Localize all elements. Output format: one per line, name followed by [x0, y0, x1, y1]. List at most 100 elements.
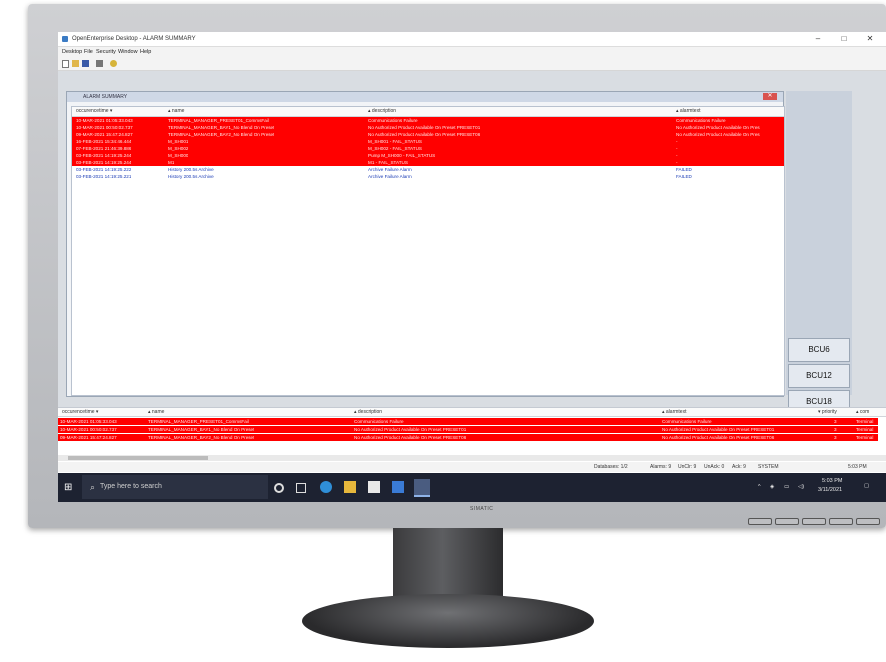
maximize-button[interactable]: □ [834, 34, 854, 43]
monitor-button [829, 518, 853, 525]
scrollbar-thumb[interactable] [68, 456, 208, 460]
monitor-button [802, 518, 826, 525]
menu-desktop[interactable]: Desktop [62, 49, 82, 55]
volume-icon[interactable]: ◁) [798, 484, 804, 490]
menu-file[interactable]: File [84, 49, 93, 55]
cell-alarmtext: No Authorized Product Available On Prese… [662, 435, 775, 440]
edge-icon[interactable] [320, 481, 332, 493]
taskbar-clock-time[interactable]: 5:03 PM [822, 478, 842, 484]
table-row[interactable]: 03-FEB-2021 14:19:25.221 History 200.5s A… [72, 173, 784, 180]
monitor-base [302, 594, 594, 648]
table-row[interactable]: 10-MAR-2021 01:05:33.043 TERMINAL_MANAGER… [58, 418, 878, 425]
cell-name: TERMINAL_MANAGER_PRESET01_CommsFail [148, 419, 249, 424]
table-row[interactable]: 10-MAR-2021 00:50:02.737 TERMINAL_MANAGER… [72, 124, 784, 131]
menu-window[interactable]: Window [118, 49, 138, 55]
network-icon[interactable]: ◈ [770, 484, 774, 490]
store-icon[interactable] [368, 481, 380, 493]
print-icon[interactable] [96, 60, 103, 67]
save-icon[interactable] [82, 60, 89, 67]
notification-icon[interactable]: ▢ [864, 483, 869, 489]
file-explorer-icon[interactable] [344, 481, 356, 493]
cell-com: Terminal [856, 419, 874, 424]
openenterprise-taskbar-icon[interactable] [414, 479, 430, 497]
cell-name: TERMINAL_MANAGER_PRESET01_CommsFail [168, 118, 269, 123]
cell-description: No Authorized Product Available On Prese… [354, 427, 467, 432]
cell-com: Terminal [856, 435, 874, 440]
new-icon[interactable] [62, 60, 69, 68]
cell-occurencetime: 10-MAR-2021 00:50:02.737 [60, 427, 117, 432]
cell-description: Communications Failure [368, 118, 418, 123]
alarm-summary-titlebar: ALARM SUMMARY ✕ [67, 92, 783, 102]
lower-header-description[interactable]: ▴ description [354, 409, 382, 417]
alarm-summary-title: ALARM SUMMARY [83, 94, 128, 100]
cortana-icon[interactable] [274, 483, 284, 493]
workspace: ALARM SUMMARY ✕ occurencetime ▾ ▴ name ▴… [58, 71, 886, 441]
lower-header-priority[interactable]: ▾ priority [818, 409, 837, 417]
window-title: OpenEnterprise Desktop - ALARM SUMMARY [72, 36, 196, 42]
cell-name: TERMINAL_MANAGER_BAY1_No Blend On Preset [168, 125, 275, 130]
key-icon[interactable] [110, 60, 117, 67]
table-row[interactable]: 03-FEB-2021 14:19:25.244 M1 M1 - FAIL_STAT… [72, 159, 784, 166]
cell-occurencetime: 10-MAR-2021 01:05:33.043 [76, 118, 133, 123]
bcu12-button[interactable]: BCU12 [788, 364, 850, 388]
monitor-tray-icon[interactable]: ▭ [784, 484, 789, 490]
table-row[interactable]: 16-FEB-2021 15:34:46.444 M_SH001 M_SH001 -… [72, 138, 784, 145]
taskbar-clock-date[interactable]: 3/11/2021 [818, 487, 842, 493]
menu-security[interactable]: Security [96, 49, 116, 55]
cell-description: Pump M_SH000 - FAIL_STATUS [368, 153, 436, 158]
cell-alarmtext: Communications Failure [676, 118, 726, 123]
table-header: occurencetime ▾ ▴ name ▴ description ▴ a… [72, 107, 784, 117]
table-row[interactable]: 07-FEB-2021 21:46:39.886 M_SH002 M_SH002 -… [72, 145, 784, 152]
toolbar [58, 57, 886, 71]
alarm-summary-table: occurencetime ▾ ▴ name ▴ description ▴ a… [71, 106, 785, 396]
lower-header-com[interactable]: ▴ com [856, 409, 869, 417]
status-unclr: UnClr: 9 [678, 464, 697, 470]
close-button[interactable]: ✕ [860, 34, 880, 43]
column-header-alarmtext[interactable]: ▴ alarmtext [676, 108, 700, 116]
app-icon [62, 36, 68, 42]
table-row[interactable]: 03-FEB-2021 14:19:25.244 M_SH000 Pump M_SH… [72, 152, 784, 159]
tray-chevron-icon[interactable]: ^ [758, 484, 761, 490]
alarm-window-close-button[interactable]: ✕ [763, 93, 777, 100]
cell-name: M1 [168, 160, 175, 165]
menu-bar: Desktop File Security Window Help [58, 47, 886, 57]
cell-occurencetime: 10-MAR-2021 00:50:02.737 [76, 125, 133, 130]
column-header-description[interactable]: ▴ description [368, 108, 396, 116]
status-user: SYSTEM [758, 464, 779, 470]
cell-description: Archive Failure Alarm [368, 174, 412, 179]
cell-alarmtext: - [676, 146, 678, 151]
table-row[interactable]: 10-MAR-2021 00:50:02.737 TERMINAL_MANAGER… [58, 426, 878, 433]
cell-name: TERMINAL_MANAGER_BAY2_No Blend On Preset [148, 435, 255, 440]
cell-name: TERMINAL_MANAGER_BAY1_No Blend On Preset [148, 427, 255, 432]
lower-header-occurencetime[interactable]: occurencetime ▾ [62, 409, 98, 417]
task-view-icon[interactable] [296, 483, 306, 493]
cell-occurencetime: 03-FEB-2021 14:19:25.222 [76, 167, 132, 172]
table-row[interactable]: 10-MAR-2021 01:05:33.043 TERMINAL_MANAGER… [72, 117, 784, 124]
table-row[interactable]: 09-MAR-2021 15:47:24.827 TERMINAL_MANAGER… [72, 131, 784, 138]
minimize-button[interactable]: – [808, 34, 828, 43]
cell-occurencetime: 03-FEB-2021 14:19:25.244 [76, 153, 132, 158]
cell-name: History 200.5s Archive [168, 167, 214, 172]
cell-description: M_SH001 - FAIL_STATUS [368, 139, 422, 144]
status-unack: UnAck: 0 [704, 464, 725, 470]
monitor-buttons [748, 518, 880, 525]
table-row[interactable]: 03-FEB-2021 14:19:25.222 History 200.5s A… [72, 166, 784, 173]
open-folder-icon[interactable] [72, 60, 79, 67]
column-header-name[interactable]: ▴ name [168, 108, 184, 116]
status-time: 5:03 PM [848, 464, 867, 470]
lower-header-alarmtext[interactable]: ▴ alarmtext [662, 409, 686, 417]
monitor-button [748, 518, 772, 525]
column-header-occurencetime[interactable]: occurencetime ▾ [76, 108, 112, 116]
mail-icon[interactable] [392, 481, 404, 493]
lower-header-name[interactable]: ▴ name [148, 409, 164, 417]
monitor-button [856, 518, 880, 525]
cell-occurencetime: 16-FEB-2021 15:34:46.444 [76, 139, 132, 144]
table-row[interactable]: 09-MAR-2021 15:47:24.827 TERMINAL_MANAGER… [58, 434, 878, 441]
horizontal-scrollbar[interactable] [58, 455, 886, 461]
menu-help[interactable]: Help [140, 49, 151, 55]
cell-description: M1 - FAIL_STATUS [368, 160, 408, 165]
cell-description: No Authorized Product Available On Prese… [354, 435, 467, 440]
cell-name: TERMINAL_MANAGER_BAY2_No Blend On Preset [168, 132, 275, 137]
windows-start-icon[interactable]: ⊞ [64, 482, 72, 493]
bcu6-button[interactable]: BCU6 [788, 338, 850, 362]
